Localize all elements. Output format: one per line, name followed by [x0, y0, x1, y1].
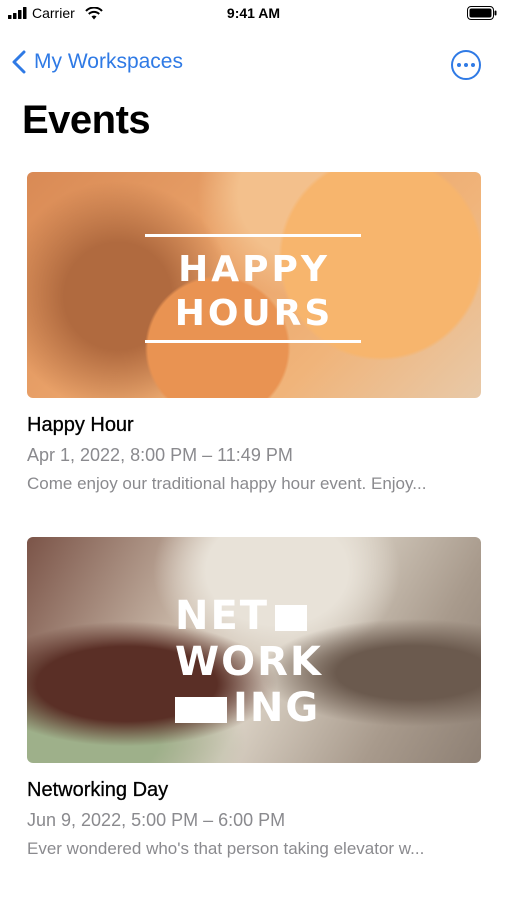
- divider: [145, 234, 361, 237]
- page-title: Events: [22, 98, 151, 142]
- image-text-part: NET: [175, 593, 270, 639]
- more-options-button[interactable]: [451, 50, 481, 80]
- image-text-line: ING: [175, 685, 323, 731]
- navigation-bar: My Workspaces: [0, 44, 507, 84]
- status-time: 9:41 AM: [226, 5, 281, 21]
- ellipsis-icon: [457, 63, 461, 67]
- event-card-networking-day[interactable]: NET WORK ING Networking Day Jun 9, 2022,…: [27, 537, 481, 859]
- event-title: Networking Day: [27, 779, 169, 801]
- block-shape: [175, 697, 227, 723]
- status-right: [467, 6, 497, 25]
- ellipsis-dot: [471, 63, 475, 67]
- event-image: HAPPY HOURS: [27, 172, 481, 398]
- event-title: Happy Hour: [27, 414, 134, 436]
- image-text-part: ING: [233, 685, 321, 731]
- image-text-line: WORK: [175, 639, 323, 685]
- back-button-label: My Workspaces: [34, 50, 183, 73]
- event-date: Apr 1, 2022, 8:00 PM – 11:49 PM: [27, 445, 293, 465]
- image-text-line: HOURS: [174, 293, 334, 334]
- event-image: NET WORK ING: [27, 537, 481, 763]
- image-text-line: NET: [175, 593, 323, 639]
- event-image-text: NET WORK ING: [175, 593, 323, 731]
- battery-icon: [467, 6, 497, 20]
- image-text-line: HAPPY: [178, 249, 330, 290]
- chevron-left-icon: [12, 50, 26, 74]
- block-shape: [275, 605, 308, 631]
- event-description: Ever wondered who's that person taking e…: [27, 839, 425, 858]
- event-card-happy-hour[interactable]: HAPPY HOURS Happy Hour Apr 1, 2022, 8:00…: [27, 172, 481, 494]
- event-description: Come enjoy our traditional happy hour ev…: [27, 474, 427, 493]
- status-bar: Carrier 9:41 AM: [0, 0, 507, 28]
- divider: [145, 340, 361, 343]
- event-date: Jun 9, 2022, 5:00 PM – 6:00 PM: [27, 810, 286, 830]
- event-image-text: HAPPY HOURS: [27, 248, 481, 336]
- back-button[interactable]: My Workspaces: [12, 50, 183, 74]
- ellipsis-dot: [464, 63, 468, 67]
